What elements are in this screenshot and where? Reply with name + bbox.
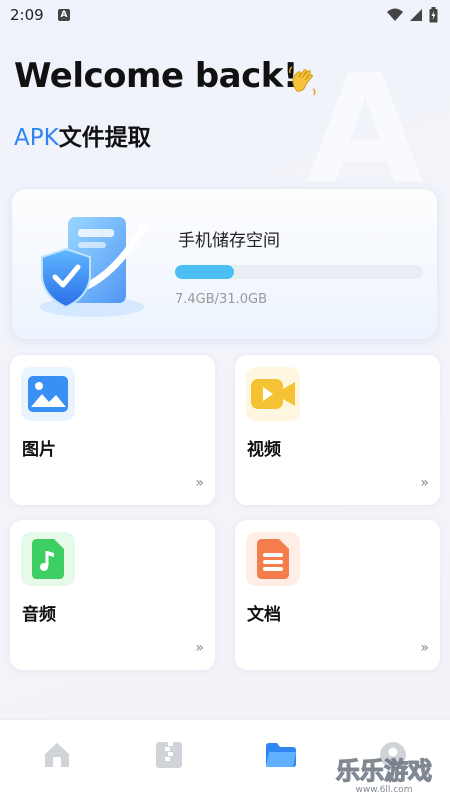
archive-icon [156,742,182,768]
audio-icon [32,539,64,579]
document-icon-box [246,532,300,586]
category-tile-documents[interactable]: 文档 » [235,520,440,670]
status-bar: 2:09 A [0,0,450,30]
storage-card[interactable]: 手机储存空间 7.4GB/31.0GB [12,189,437,339]
storage-title: 手机储存空间 [178,231,280,251]
home-icon [45,743,69,767]
subtitle-accent: APK [14,125,59,151]
video-icon-box [246,367,300,421]
welcome-title: Welcome back! [14,56,298,96]
wifi-icon [387,8,403,21]
nav-files[interactable] [266,740,296,770]
svg-text:乐乐游戏: 乐乐游戏 [336,757,432,785]
category-tile-images[interactable]: 图片 » [10,355,215,505]
tile-label: 文档 [247,605,281,625]
battery-icon [429,7,438,23]
shield-phone-illustration [40,217,150,317]
storage-amount: 7.4GB/31.0GB [175,292,267,307]
storage-progress-bar [175,265,423,279]
folder-icon [266,743,296,767]
chevron-right-icon: » [195,475,203,491]
image-icon-box [21,367,75,421]
tile-label: 图片 [22,440,56,460]
video-icon [251,379,295,409]
status-indicators [387,7,438,23]
status-time: 2:09 [10,6,44,24]
category-tile-audio[interactable]: 音频 » [10,520,215,670]
signal-icon [410,9,422,21]
waving-hand-icon [289,66,316,96]
chevron-right-icon: » [420,475,428,491]
image-icon [28,376,68,412]
document-icon [257,539,289,579]
chevron-right-icon: » [420,640,428,656]
storage-progress-fill [175,265,235,279]
chevron-right-icon: » [195,640,203,656]
audio-icon-box [21,532,75,586]
site-watermark-logo: 乐乐游戏 www.6ll.com [335,756,432,795]
nav-home[interactable] [42,740,72,770]
category-tile-videos[interactable]: 视频 » [235,355,440,505]
page-subtitle: APK文件提取 [14,118,151,152]
nav-archive[interactable] [154,740,184,770]
tile-label: 音频 [22,605,56,625]
svg-text:www.6ll.com: www.6ll.com [356,785,413,795]
tile-label: 视频 [247,440,281,460]
subtitle-rest: 文件提取 [58,125,151,151]
notification-badge: A [58,9,70,21]
